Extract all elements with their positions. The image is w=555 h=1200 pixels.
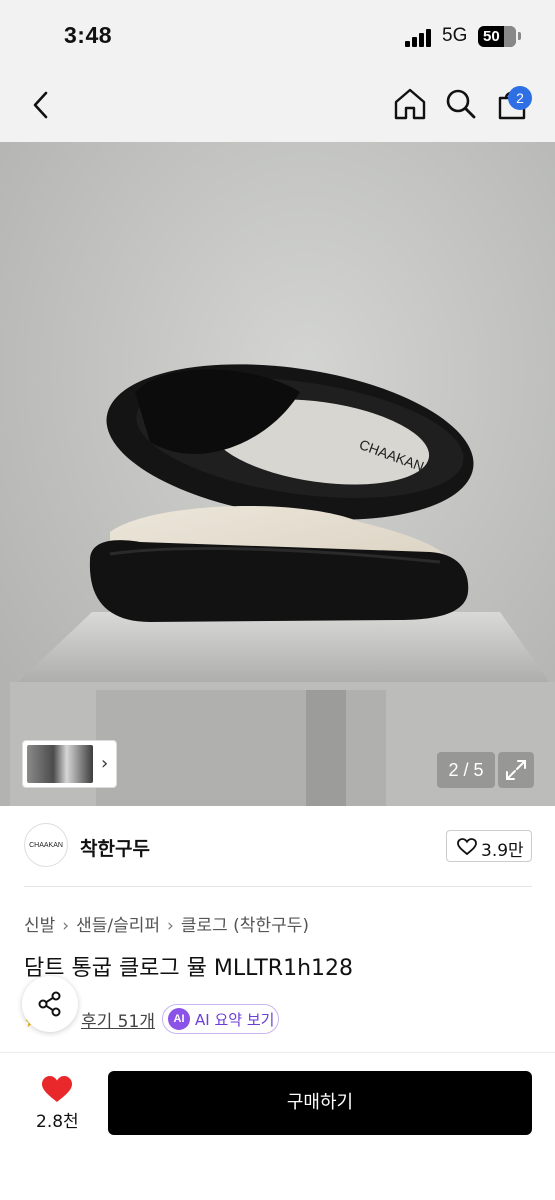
product-image[interactable]: CHAAKAN: [0, 142, 555, 806]
review-link[interactable]: 후기 51개: [81, 1007, 155, 1032]
ai-summary-label: AI 요약 보기: [195, 1011, 275, 1029]
search-icon[interactable]: [443, 86, 479, 122]
product-photo: CHAAKAN: [0, 142, 555, 806]
section-divider: [24, 886, 532, 887]
heart-outline-icon: [457, 838, 477, 856]
top-nav: [0, 70, 555, 142]
chevron-right-icon: ›: [62, 916, 70, 936]
heart-filled-icon[interactable]: [41, 1075, 73, 1103]
ai-summary-button[interactable]: AI AI 요약 보기: [162, 1004, 279, 1034]
battery-tip: [518, 32, 521, 40]
share-icon: [38, 991, 61, 1017]
brand-like-count: 3.9만: [481, 841, 524, 861]
expand-icon[interactable]: [498, 752, 534, 788]
brand-logo[interactable]: CHAAKAN: [24, 823, 68, 867]
product-title: 담트 통굽 클로그 뮬 MLLTR1h128: [24, 956, 354, 981]
home-icon[interactable]: [392, 86, 428, 122]
image-pager: 2 / 5: [437, 752, 495, 788]
network-label: 5G: [442, 25, 468, 46]
status-time: 3:48: [64, 22, 113, 48]
breadcrumb: 신발 › 샌들/슬리퍼 › 클로그 (착한구두): [24, 911, 309, 936]
back-icon[interactable]: [26, 88, 56, 122]
breadcrumb-item[interactable]: 클로그 (착한구두): [181, 911, 309, 936]
ai-badge: AI: [168, 1008, 190, 1030]
cart-count-badge: 2: [508, 86, 532, 110]
battery-icon: 50: [478, 26, 516, 47]
status-bar: 3:48 5G 50: [0, 0, 555, 70]
brand-like-button[interactable]: 3.9만: [446, 830, 532, 862]
buy-button[interactable]: 구매하기: [108, 1071, 532, 1135]
battery-level: 50: [483, 28, 500, 45]
chevron-right-icon: ›: [167, 916, 174, 936]
breadcrumb-item[interactable]: 샌들/슬리퍼: [76, 911, 160, 936]
thumbnail-image[interactable]: [27, 745, 93, 783]
share-button[interactable]: [22, 976, 78, 1032]
brand-name[interactable]: 착한구두: [80, 834, 150, 861]
chevron-right-icon[interactable]: ›: [101, 753, 108, 774]
thumbnail-strip[interactable]: ›: [22, 740, 117, 788]
like-count: 2.8천: [36, 1112, 79, 1132]
signal-icon: [405, 29, 435, 47]
breadcrumb-item[interactable]: 신발: [24, 911, 55, 936]
